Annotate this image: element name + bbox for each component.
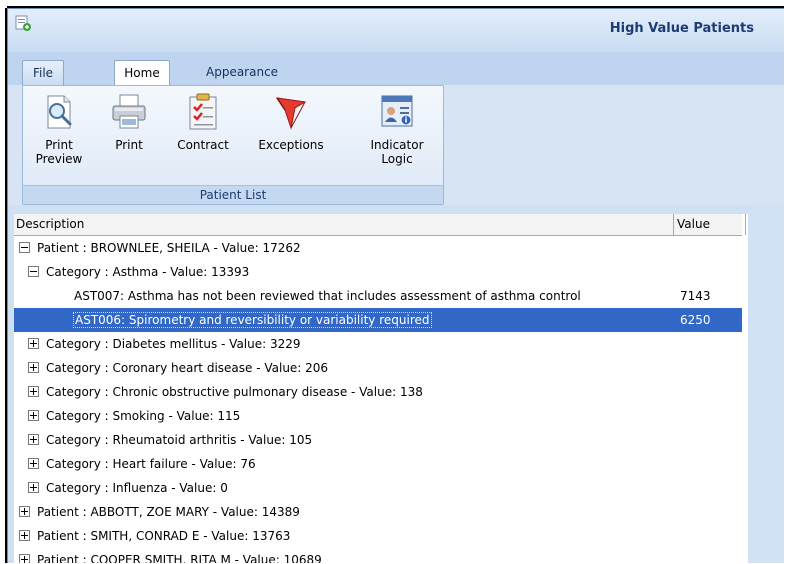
patient-row[interactable]: Patient : COOPER SMITH, RITA M - Value: … [14, 548, 742, 563]
category-row[interactable]: Category : Influenza - Value: 0 [14, 476, 742, 500]
title-bar: High Value Patients [8, 9, 784, 52]
print-button[interactable]: Print [107, 92, 151, 152]
print-preview-button[interactable]: Print Preview [31, 92, 87, 166]
exceptions-label: Exceptions [258, 138, 324, 152]
category-row[interactable]: Category : Heart failure - Value: 76 [14, 452, 742, 476]
row-description: Category : Coronary heart disease - Valu… [46, 361, 329, 375]
app-icon[interactable] [15, 15, 31, 31]
group-label-patient-list: Patient List [23, 185, 443, 204]
exceptions-button[interactable]: Exceptions [249, 92, 333, 152]
indicator-logic-icon [381, 95, 413, 127]
row-description: Patient : COOPER SMITH, RITA M - Value: … [37, 553, 322, 563]
expand-icon[interactable] [28, 482, 39, 493]
column-header-description[interactable]: Description [14, 214, 674, 235]
indicator-logic-label-1: Indicator [370, 138, 424, 152]
patient-row[interactable]: Patient : SMITH, CONRAD E - Value: 13763 [14, 524, 742, 548]
row-description: Category : Rheumatoid arthritis - Value:… [46, 433, 313, 447]
category-row[interactable]: Category : Smoking - Value: 115 [14, 404, 742, 428]
category-row[interactable]: Category : Diabetes mellitus - Value: 32… [14, 332, 742, 356]
column-header-value[interactable]: Value [673, 214, 746, 235]
row-description: AST007: Asthma has not been reviewed tha… [74, 289, 581, 303]
tab-file[interactable]: File [22, 60, 64, 85]
printer-icon [112, 94, 146, 129]
ribbon-group-patient-list: Print Preview Print Contract Exceptions … [22, 85, 444, 205]
grid-header: Description Value [14, 214, 746, 236]
row-description: Category : Smoking - Value: 115 [46, 409, 241, 423]
indicator-logic-button[interactable]: Indicator Logic [359, 92, 435, 166]
contract-label: Contract [177, 138, 229, 152]
expand-icon[interactable] [19, 506, 30, 517]
collapse-icon[interactable] [28, 266, 39, 277]
tab-home[interactable]: Home [114, 60, 170, 87]
category-row[interactable]: Category : Rheumatoid arthritis - Value:… [14, 428, 742, 452]
category-row[interactable]: Category : Chronic obstructive pulmonary… [14, 380, 742, 404]
expand-icon[interactable] [19, 530, 30, 541]
indicator-row[interactable]: AST006: Spirometry and reversibility or … [14, 308, 742, 332]
collapse-icon[interactable] [19, 242, 30, 253]
expand-icon[interactable] [28, 362, 39, 373]
indicator-row[interactable]: AST007: Asthma has not been reviewed tha… [14, 284, 742, 308]
row-value: 7143 [680, 289, 711, 303]
category-row[interactable]: Category : Asthma - Value: 13393 [14, 260, 742, 284]
tab-appearance[interactable]: Appearance [194, 60, 290, 84]
ribbon-tab-bar: File Home Appearance [8, 52, 784, 87]
print-label: Print [115, 138, 143, 152]
row-description: Category : Heart failure - Value: 76 [46, 457, 256, 471]
row-description: Category : Diabetes mellitus - Value: 32… [46, 337, 301, 351]
row-description: Patient : BROWNLEE, SHEILA - Value: 1726… [37, 241, 301, 255]
expand-icon[interactable] [19, 554, 30, 563]
row-description: Category : Influenza - Value: 0 [46, 481, 228, 495]
print-preview-label-2: Preview [35, 152, 83, 166]
window-title: High Value Patients [609, 21, 754, 36]
contract-button[interactable]: Contract [173, 92, 233, 152]
red-flag-icon [275, 97, 307, 130]
expand-icon[interactable] [28, 410, 39, 421]
row-description: Category : Chronic obstructive pulmonary… [46, 385, 423, 399]
print-preview-icon [47, 95, 72, 129]
patient-row[interactable]: Patient : BROWNLEE, SHEILA - Value: 1726… [14, 236, 742, 260]
clipboard-checklist-icon [189, 93, 217, 130]
expand-icon[interactable] [28, 434, 39, 445]
expand-icon[interactable] [28, 458, 39, 469]
row-description: Patient : ABBOTT, ZOE MARY - Value: 1438… [37, 505, 300, 519]
row-description: Patient : SMITH, CONRAD E - Value: 13763 [37, 529, 291, 543]
right-panel-background [748, 205, 784, 563]
row-description: AST006: Spirometry and reversibility or … [73, 312, 432, 328]
app-window: High Value Patients File Home Appearance… [7, 8, 784, 563]
row-description: Category : Asthma - Value: 13393 [46, 265, 250, 279]
print-preview-label-1: Print [45, 138, 73, 152]
expand-icon[interactable] [28, 386, 39, 397]
row-value: 6250 [680, 313, 711, 327]
category-row[interactable]: Category : Coronary heart disease - Valu… [14, 356, 742, 380]
patient-tree-grid: Description Value Patient : BROWNLEE, SH… [14, 214, 748, 563]
expand-icon[interactable] [28, 338, 39, 349]
patient-row[interactable]: Patient : ABBOTT, ZOE MARY - Value: 1438… [14, 500, 742, 524]
indicator-logic-label-2: Logic [381, 152, 413, 166]
